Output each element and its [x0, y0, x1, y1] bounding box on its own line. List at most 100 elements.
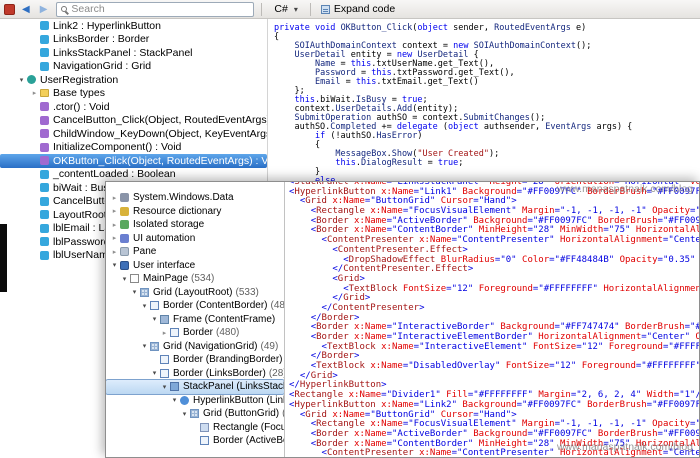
tree-item-label: Grid (LayoutRoot) [153, 286, 233, 298]
tree-item[interactable]: ▾ Frame (ContentFrame) [106, 313, 284, 327]
tree-item[interactable]: ▾ Grid (LayoutRoot) (533) [106, 286, 284, 300]
grid-icon [150, 341, 159, 351]
tree-item-label: UI automation [133, 232, 196, 244]
expander-collapsed-icon[interactable]: ▸ [110, 248, 119, 256]
back-arrow-icon: ◀ [22, 3, 30, 15]
assembly-icon [120, 193, 129, 203]
expander-expanded-icon[interactable]: ▾ [160, 383, 169, 391]
tree-item[interactable]: ▾ Border (ContentBorder)(482) [106, 299, 284, 313]
field-icon [40, 169, 49, 179]
chevron-down-icon: ▾ [293, 4, 298, 14]
tree-item[interactable]: .ctor() : Void [0, 100, 267, 114]
language-selector[interactable]: C# ▾ [269, 2, 302, 16]
ui-explorer-tree[interactable]: ▸ System.Windows.Data ▸ Resource dictionary… [106, 191, 284, 457]
event-count: (534) [191, 273, 215, 285]
tree-item[interactable]: LinksStackPanel : StackPanel [0, 46, 267, 60]
tree-item-label: Border (LinksBorder) [173, 367, 266, 379]
method-icon [40, 142, 49, 152]
tree-item[interactable]: ChildWindow_KeyDown(Object, KeyEventArgs… [0, 127, 267, 141]
tree-item[interactable]: Link2 : HyperlinkButton [0, 19, 267, 33]
xaml-pane[interactable]: <StackPanel x:Name="LinksStackPanel" Hei… [284, 182, 699, 457]
border-icon [150, 301, 159, 311]
tree-item[interactable]: ▾StackPanel (LinksStackPanel)(25) [106, 379, 284, 395]
tree-item-label: Border (ActiveBorder) [213, 435, 284, 447]
tree-item[interactable]: ▸ Pane [106, 245, 284, 259]
tree-item[interactable]: ▸ Resource dictionary [106, 205, 284, 219]
expander-expanded-icon[interactable]: ▾ [140, 302, 149, 310]
event-count: (533) [235, 286, 259, 298]
tree-item[interactable]: ▸ System.Windows.Data [106, 191, 284, 205]
watermark: www.manaspatnaik.com/blog [557, 183, 693, 195]
expander-expanded-icon[interactable]: ▾ [120, 275, 129, 283]
tree-item-label: CancelButton_Click(Object, RoutedEventAr… [53, 114, 268, 127]
event-count: (480) [216, 327, 240, 339]
grid-icon [140, 287, 149, 297]
tree-item[interactable]: LinksBorder : Border [0, 33, 267, 47]
expander-collapsed-icon[interactable]: ▸ [110, 221, 119, 229]
tree-item[interactable]: ▾ Border (LinksBorder)(28) [106, 367, 284, 381]
tree-item[interactable]: OKButton_Click(Object, RoutedEventArgs) … [0, 154, 267, 168]
expander-expanded-icon[interactable]: ▾ [110, 261, 119, 269]
border-icon [170, 328, 179, 338]
expander-expanded-icon[interactable]: ▾ [170, 396, 179, 404]
tree-item[interactable]: ▾ MainPage (534) [106, 272, 284, 286]
expand-code-button[interactable]: Expand code [318, 2, 398, 16]
grid-icon [190, 409, 199, 419]
field-icon [40, 34, 49, 44]
tree-item-label: NavigationGrid : Grid [53, 60, 152, 73]
expander-collapsed-icon[interactable]: ▸ [110, 194, 119, 202]
tree-item-label: HyperlinkButton (Link1) [193, 394, 284, 406]
tree-item[interactable]: ▸ Isolated storage [106, 218, 284, 232]
code-line: Email = this.txtEmail.get_Text() [314, 77, 479, 87]
tree-item[interactable]: Border (BrandingBorder)(0) [106, 353, 284, 367]
method-icon [40, 102, 49, 112]
toolbar-separator [309, 2, 311, 16]
tree-item[interactable]: ▸ UI automation [106, 232, 284, 246]
border-icon [200, 436, 209, 446]
field-icon [40, 61, 49, 71]
tree-item[interactable]: ▸ Border (480) [106, 326, 284, 340]
tree-item-label: System.Windows.Data [133, 192, 234, 204]
field-icon [40, 183, 49, 193]
tree-item[interactable]: ▸ Base types [0, 87, 267, 101]
expander-expanded-icon[interactable]: ▾ [150, 315, 159, 323]
expander-collapsed-icon[interactable]: ▸ [30, 89, 39, 97]
storage-icon [120, 220, 129, 230]
tree-item[interactable]: NavigationGrid : Grid [0, 60, 267, 74]
tree-item-label: Link2 : HyperlinkButton [53, 19, 161, 32]
tree-item[interactable]: ▾ User interface [106, 259, 284, 273]
search-input[interactable]: Search [56, 1, 255, 17]
forward-arrow-icon: ▶ [39, 3, 48, 15]
tree-item[interactable]: CancelButton_Click(Object, RoutedEventAr… [0, 114, 267, 128]
expander-expanded-icon[interactable]: ▾ [17, 76, 26, 84]
tree-item[interactable]: ▾HyperlinkButton (Link1)(1) [106, 394, 284, 408]
expander-collapsed-icon[interactable]: ▸ [160, 329, 169, 337]
tree-item[interactable]: InitializeComponent() : Void [0, 141, 267, 155]
field-icon [40, 210, 49, 220]
tree-item[interactable]: ▾ UserRegistration [0, 73, 267, 87]
tree-item[interactable]: _contentLoaded : Boolean [0, 168, 267, 182]
app-icon [4, 3, 15, 15]
tree-item-label: Border (BrandingBorder) [173, 354, 283, 366]
hyperlink-icon [180, 395, 189, 405]
tree-item-label: ChildWindow_KeyDown(Object, KeyEventArgs… [53, 127, 268, 140]
expander-collapsed-icon[interactable]: ▸ [110, 207, 119, 215]
tree-item-label: LinksBorder : Border [53, 33, 150, 46]
background-artifact [0, 224, 7, 292]
tree-item[interactable]: Rectangle (FocusVisualElement)(0) [106, 421, 284, 435]
expander-collapsed-icon[interactable]: ▸ [110, 234, 119, 242]
expander-expanded-icon[interactable]: ▾ [130, 288, 139, 296]
back-button[interactable]: ◀ [19, 3, 33, 16]
forward-button[interactable]: ▶ [37, 3, 51, 16]
expander-expanded-icon[interactable]: ▾ [180, 410, 189, 418]
border-icon [160, 355, 169, 365]
tree-item[interactable]: Border (ActiveBorder)(0) [106, 434, 284, 448]
event-count: (482) [270, 300, 285, 312]
expander-expanded-icon[interactable]: ▾ [150, 369, 159, 377]
tree-item[interactable]: ▾ Grid (NavigationGrid) (49) [106, 340, 284, 354]
xaml-code: <StackPanel x:Name="LinksStackPanel" Hei… [289, 182, 699, 457]
frame-icon [160, 314, 169, 324]
tree-item-label: User interface [133, 259, 196, 271]
expander-expanded-icon[interactable]: ▾ [140, 342, 149, 350]
tree-item[interactable]: ▾Grid (ButtonGrid)(0) [106, 407, 284, 421]
